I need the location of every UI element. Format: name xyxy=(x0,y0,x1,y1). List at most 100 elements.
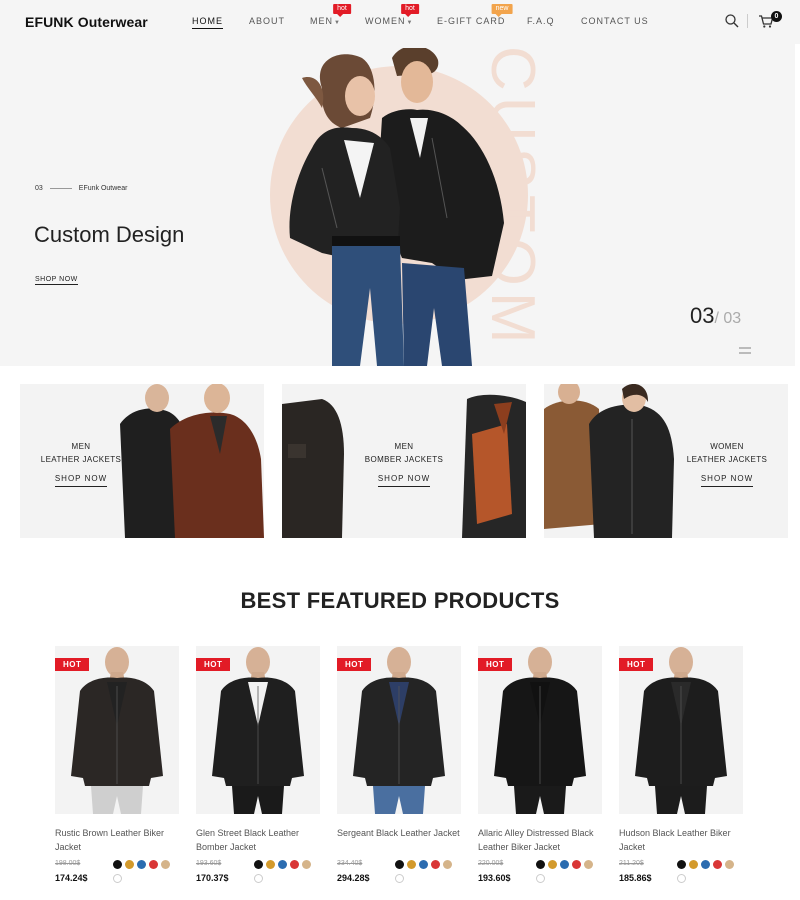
category-image xyxy=(544,384,674,538)
color-swatch[interactable] xyxy=(677,860,686,869)
site-header: EFUNK Outerwear HOME ABOUT MEN▼ hot WOME… xyxy=(0,0,800,44)
category-line1: MEN xyxy=(394,442,414,451)
nav-egift-badge: new xyxy=(491,4,513,17)
product-card[interactable]: HOT Hudson Black Leather Biker Jacket 211.… xyxy=(619,646,743,888)
color-swatch[interactable] xyxy=(584,860,593,869)
product-name[interactable]: Hudson Black Leather Biker Jacket xyxy=(619,826,743,854)
nav-home[interactable]: HOME xyxy=(192,16,223,29)
color-swatch[interactable] xyxy=(689,860,698,869)
nav-about[interactable]: ABOUT xyxy=(249,16,285,26)
color-swatch[interactable] xyxy=(137,860,146,869)
product-price: 193.60$ xyxy=(478,873,511,883)
product-image[interactable]: HOT xyxy=(337,646,461,814)
product-card[interactable]: HOT Sergeant Black Leather Jacket 334.40$ 2… xyxy=(337,646,461,888)
color-swatch[interactable] xyxy=(701,860,710,869)
category-shop-now-link[interactable]: SHOP NOW xyxy=(377,472,431,487)
hero-eyebrow-text: EFunk Outwear xyxy=(78,185,128,192)
hero-shop-now-link[interactable]: SHOP NOW xyxy=(35,276,78,285)
product-price: 174.24$ xyxy=(55,873,88,883)
hero-slider: CUSTOM 03 EFunk Outwear Custom Design SH… xyxy=(0,44,795,366)
color-swatch[interactable] xyxy=(443,860,452,869)
product-image[interactable]: HOT xyxy=(478,646,602,814)
color-swatch[interactable] xyxy=(395,860,404,869)
category-shop-now-link[interactable]: SHOP NOW xyxy=(700,472,754,487)
product-name[interactable]: Rustic Brown Leather Biker Jacket xyxy=(55,826,179,854)
color-swatch-blank[interactable] xyxy=(395,874,404,883)
category-line2: BOMBER JACKETS xyxy=(364,455,444,464)
product-name[interactable]: Glen Street Black Leather Bomber Jacket xyxy=(196,826,320,854)
color-swatch[interactable] xyxy=(536,860,545,869)
category-image xyxy=(120,384,264,538)
product-image[interactable]: HOT xyxy=(55,646,179,814)
product-photo xyxy=(494,647,586,814)
product-image[interactable]: HOT xyxy=(196,646,320,814)
color-swatch[interactable] xyxy=(572,860,581,869)
category-line1: WOMEN xyxy=(710,442,744,451)
hot-tag: HOT xyxy=(55,658,90,671)
color-swatch[interactable] xyxy=(278,860,287,869)
product-price-row: 198.00$ 174.24$ xyxy=(55,860,179,888)
hot-tag: HOT xyxy=(337,658,372,671)
chevron-down-icon: ▼ xyxy=(334,20,341,26)
color-swatch[interactable] xyxy=(254,860,263,869)
product-photo xyxy=(353,647,445,814)
featured-section-title: BEST FEATURED PRODUCTS xyxy=(240,588,560,613)
product-card[interactable]: HOT Glen Street Black Leather Bomber Jack… xyxy=(196,646,320,888)
color-swatch-blank[interactable] xyxy=(536,874,545,883)
hero-eyebrow-line xyxy=(49,188,72,189)
nav-women[interactable]: WOMEN▼ hot xyxy=(365,4,419,26)
product-price-row: 193.60$ 170.37$ xyxy=(196,860,320,888)
product-image[interactable]: HOT xyxy=(619,646,743,814)
product-price-row: 220.00$ 193.60$ xyxy=(478,860,602,888)
nav-men[interactable]: MEN▼ hot xyxy=(310,4,351,26)
product-photo xyxy=(635,647,727,814)
product-card[interactable]: HOT Allaric Alley Distressed Black Leathe… xyxy=(478,646,602,888)
product-price: 170.37$ xyxy=(196,873,229,883)
product-price-row: 334.40$ 294.28$ xyxy=(337,860,461,888)
hero-slide-number: 03 xyxy=(35,185,43,192)
hero-slide-indicator[interactable] xyxy=(739,347,751,357)
category-text: MEN LEATHER JACKETS SHOP NOW xyxy=(40,440,122,487)
nav-men-badge: hot xyxy=(333,4,351,17)
hero-indicator-bar xyxy=(739,347,751,349)
color-swatch-blank[interactable] xyxy=(113,874,122,883)
color-swatch[interactable] xyxy=(725,860,734,869)
color-swatch[interactable] xyxy=(302,860,311,869)
color-swatch[interactable] xyxy=(161,860,170,869)
category-banner-women-leather[interactable]: WOMEN LEATHER JACKETS SHOP NOW xyxy=(544,384,788,538)
product-price: 185.86$ xyxy=(619,873,652,883)
hot-tag: HOT xyxy=(478,658,513,671)
color-swatch[interactable] xyxy=(407,860,416,869)
color-swatch[interactable] xyxy=(113,860,122,869)
nav-faq[interactable]: F.A.Q xyxy=(527,16,555,26)
color-swatch[interactable] xyxy=(149,860,158,869)
product-photo xyxy=(212,647,304,814)
color-swatch[interactable] xyxy=(548,860,557,869)
category-banner-men-bomber[interactable]: MEN BOMBER JACKETS SHOP NOW xyxy=(282,384,526,538)
hero-slide-counter: 03/ 03 xyxy=(690,303,741,329)
product-photo xyxy=(71,647,163,814)
color-swatch[interactable] xyxy=(560,860,569,869)
product-name[interactable]: Sergeant Black Leather Jacket xyxy=(337,826,461,854)
color-swatch-blank[interactable] xyxy=(677,874,686,883)
product-name[interactable]: Allaric Alley Distressed Black Leather B… xyxy=(478,826,602,854)
hero-counter-current: 03 xyxy=(690,303,715,328)
color-swatch[interactable] xyxy=(713,860,722,869)
nav-egift-card[interactable]: E-GIFT CARD new xyxy=(437,4,513,26)
nav-contact[interactable]: CONTACT US xyxy=(581,16,649,26)
category-banner-men-leather[interactable]: MEN LEATHER JACKETS SHOP NOW xyxy=(20,384,264,538)
hero-counter-total: / 03 xyxy=(714,310,742,327)
cart-count-badge: 0 xyxy=(771,11,782,22)
color-swatch[interactable] xyxy=(266,860,275,869)
color-swatch[interactable] xyxy=(125,860,134,869)
category-shop-now-link[interactable]: SHOP NOW xyxy=(54,472,108,487)
nav-egift-label: E-GIFT CARD xyxy=(437,16,506,26)
nav-women-badge: hot xyxy=(401,4,419,17)
search-icon[interactable] xyxy=(724,13,740,29)
product-card[interactable]: HOT Rustic Brown Leather Biker Jacket 198.… xyxy=(55,646,179,888)
hot-tag: HOT xyxy=(196,658,231,671)
color-swatch[interactable] xyxy=(290,860,299,869)
color-swatch[interactable] xyxy=(431,860,440,869)
color-swatch-blank[interactable] xyxy=(254,874,263,883)
color-swatch[interactable] xyxy=(419,860,428,869)
